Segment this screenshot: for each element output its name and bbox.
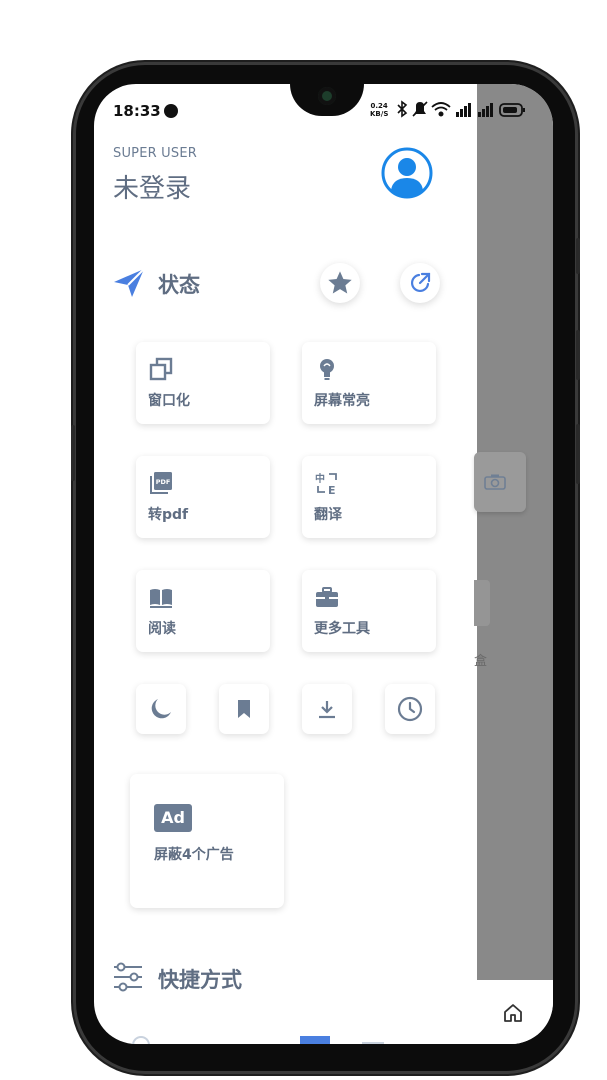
tool-label: 窗口化 [148,393,190,409]
ad-block-card[interactable]: Ad 屏蔽4个广告 [130,774,284,908]
front-camera [318,87,336,105]
bookmark-button[interactable] [219,684,269,734]
signal-icon [456,103,471,117]
dim-overlay[interactable] [477,84,553,980]
tool-label: 阅读 [148,621,176,637]
login-status[interactable]: 未登录 [113,168,191,205]
svg-text:PDF: PDF [156,478,171,486]
clock: 18:33 [113,102,161,120]
power-button [576,238,580,274]
side-button [576,424,580,484]
signal-icon [478,103,493,117]
status-title: 状态 [158,273,200,297]
tool-label: 转pdf [148,507,189,523]
ad-icon: Ad [154,804,192,832]
window-icon [149,357,173,381]
recording-icon [164,104,178,118]
tool-label: 屏幕常亮 [314,393,370,409]
bookmark-icon [238,700,250,718]
book-icon [150,589,172,608]
download-icon [319,701,335,719]
sliders-icon [114,962,142,992]
svg-text:中: 中 [315,472,325,485]
download-button[interactable] [302,684,352,734]
toolbox-icon [316,587,338,607]
moon-icon [151,699,171,719]
history-button[interactable] [385,684,435,734]
ad-block-label: 屏蔽4个广告 [154,847,234,863]
shortcut-item[interactable] [300,1036,330,1044]
paper-plane-icon [114,268,145,297]
share-button[interactable] [400,263,440,303]
background-label: 盒 [474,654,488,669]
tool-card-window[interactable]: 窗口化 [136,342,270,424]
mute-icon [412,101,428,117]
bluetooth-icon [397,100,408,118]
share-icon [410,272,431,293]
bulb-icon [320,359,334,380]
status-icons [397,100,525,118]
shortcut-item[interactable] [362,1042,384,1044]
favorite-button[interactable] [320,263,360,303]
network-speed: 0.24 KB/S [370,102,389,118]
tool-card-translate[interactable]: 中 E 翻译 [302,456,436,538]
background-card [474,580,490,626]
volume-button [71,425,75,481]
tool-label: 翻译 [314,507,342,523]
pdf-icon: PDF [150,472,172,494]
history-icon [396,696,423,722]
tool-card-read[interactable]: 阅读 [136,570,270,652]
tool-card-screen-on[interactable]: 屏幕常亮 [302,342,436,424]
side-button [576,330,580,380]
tool-card-pdf[interactable]: PDF 转pdf [136,456,270,538]
shortcut-item[interactable] [132,1036,150,1044]
account-type: SUPER USER [113,146,197,161]
home-icon[interactable] [502,1002,524,1024]
tool-card-more-tools[interactable]: 更多工具 [302,570,436,652]
tool-label: 更多工具 [314,621,370,637]
camera-icon [484,474,506,490]
battery-icon [499,103,525,117]
svg-text:E: E [328,484,336,496]
wifi-icon [431,102,451,117]
night-mode-button[interactable] [136,684,186,734]
translate-icon: 中 E [315,472,337,496]
star-icon [328,271,352,294]
avatar-icon[interactable] [380,146,434,200]
shortcuts-title: 快捷方式 [158,968,242,992]
screen: 盒 18:33 0.24 KB/S SUPER USER 未登录 状态 窗口化 … [94,84,553,1044]
